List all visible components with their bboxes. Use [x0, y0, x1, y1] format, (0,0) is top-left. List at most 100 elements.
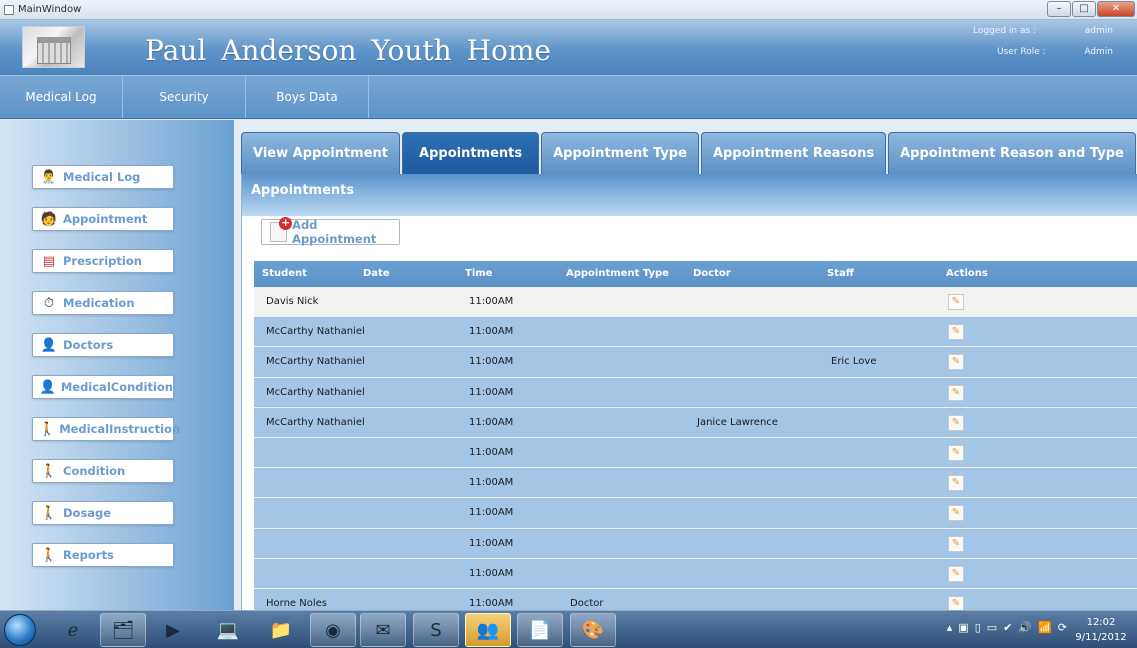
table-row[interactable]: McCarthy Nathaniel 11:00AM Eric Love ✎ [254, 347, 1137, 378]
top-nav: Medical Log Security Boys Data [0, 75, 1137, 119]
condition-icon: 🚶 [40, 463, 58, 479]
medical-log-icon: 👨‍⚕️ [40, 169, 58, 185]
appointments-table: Student Date Time Appointment Type Docto… [254, 261, 1137, 620]
sidebar-item-dosage[interactable]: 🚶 Dosage [32, 501, 174, 525]
folder-icon[interactable]: 📁 [258, 613, 304, 647]
sidebar-item-prescription[interactable]: ▤ Prescription [32, 249, 174, 273]
sidebar-item-label: Prescription [63, 254, 142, 268]
table-row[interactable]: 11:00AM ✎ [254, 558, 1137, 589]
doctor-icon: 👤 [40, 337, 58, 353]
tray-sync-icon[interactable]: ⟳ [1058, 621, 1067, 634]
add-document-icon [270, 217, 293, 242]
chrome-icon[interactable]: ◉ [310, 613, 356, 647]
table-row[interactable]: McCarthy Nathaniel 11:00AM ✎ [254, 377, 1137, 408]
user-role-label: User Role : [997, 47, 1046, 57]
sidebar-item-medical-condition[interactable]: 👤 MedicalCondition [32, 375, 174, 399]
minimize-icon[interactable]: – [1047, 1, 1071, 17]
sidebar-item-label: Appointment [63, 212, 148, 226]
cell-student: McCarthy Nathaniel [266, 356, 365, 368]
paint-icon[interactable]: 🎨 [570, 613, 616, 647]
taskbar: ℯ 🗂 ▶ 💻 📁 ◉ ✉ S 👥 📄 🎨 ▴ ▣ ▯ ▭ ✔ 🔊 📶 ⟳ 12… [0, 610, 1137, 648]
sidebar-item-medical-instruction[interactable]: 🚶 MedicalInstruction [32, 417, 180, 441]
table-row[interactable]: Davis Nick 11:00AM ✎ [254, 287, 1137, 318]
network-icon[interactable]: 💻 [205, 613, 251, 647]
media-player-icon[interactable]: ▶ [150, 613, 196, 647]
table-row[interactable]: 11:00AM ✎ [254, 468, 1137, 499]
table-row[interactable]: McCarthy Nathaniel 11:00AM ✎ [254, 317, 1137, 348]
sidebar-item-label: Reports [63, 548, 114, 562]
table-row[interactable]: 11:00AM ✎ [254, 437, 1137, 469]
appointment-icon: 🧑 [40, 211, 58, 227]
close-icon[interactable]: ✕ [1097, 1, 1135, 17]
nav-security[interactable]: Security [123, 76, 246, 118]
skype-icon[interactable]: S [413, 613, 459, 647]
cell-time: 11:00AM [469, 356, 514, 368]
tray-usb-icon[interactable]: ▯ [975, 621, 981, 634]
users-app-icon[interactable]: 👥 [465, 613, 511, 647]
logged-in-value: admin [1084, 26, 1113, 36]
file-explorer-icon[interactable]: 🗂 [100, 613, 146, 647]
outlook-icon[interactable]: ✉ [360, 613, 406, 647]
start-button[interactable] [4, 614, 36, 646]
cell-student: McCarthy Nathaniel [266, 386, 365, 398]
edit-pencil-icon[interactable]: ✎ [948, 324, 964, 341]
clock-date: 9/11/2012 [1075, 632, 1127, 643]
column-actions: Actions [946, 268, 988, 279]
edit-pencil-icon[interactable]: ✎ [948, 444, 964, 461]
cell-doctor: Janice Lawrence [697, 416, 778, 428]
add-appointment-button[interactable]: Add Appointment [261, 217, 400, 246]
tab-appointment-reason-and-type[interactable]: Appointment Reason and Type [888, 132, 1136, 174]
table-row[interactable]: McCarthy Nathaniel 11:00AM Janice Lawrence… [254, 407, 1137, 438]
sidebar-item-medical-log[interactable]: 👨‍⚕️ Medical Log [32, 165, 174, 189]
tray-app-icon[interactable]: ▣ [958, 621, 968, 634]
nav-boys-data[interactable]: Boys Data [246, 76, 369, 118]
tab-appointments[interactable]: Appointments [402, 132, 540, 174]
sidebar-item-doctors[interactable]: 👤 Doctors [32, 333, 174, 357]
panel-header: Appointments [242, 174, 1137, 216]
window-titlebar: MainWindow – □ ✕ [0, 0, 1137, 20]
table-row[interactable]: 11:00AM ✎ [254, 498, 1137, 529]
column-student[interactable]: Student [262, 261, 307, 287]
window-controls: – □ ✕ [1047, 1, 1135, 17]
logged-in-label: Logged in as : [973, 26, 1037, 36]
tab-appointment-type[interactable]: Appointment Type [541, 132, 699, 174]
window-title: MainWindow [18, 4, 82, 15]
reports-icon: 🚶 [40, 547, 58, 563]
internet-explorer-icon[interactable]: ℯ [50, 613, 96, 647]
volume-icon[interactable]: 🔊 [1018, 621, 1032, 634]
edit-pencil-icon[interactable]: ✎ [948, 565, 964, 582]
sidebar-item-reports[interactable]: 🚶 Reports [32, 543, 174, 567]
column-date[interactable]: Date [363, 261, 390, 287]
edit-pencil-icon[interactable]: ✎ [948, 354, 964, 371]
user-role-value: Admin [1084, 47, 1113, 57]
tab-bar: View Appointment Appointments Appointmen… [241, 132, 1137, 174]
edit-pencil-icon[interactable]: ✎ [948, 384, 964, 401]
sidebar-item-condition[interactable]: 🚶 Condition [32, 459, 174, 483]
column-doctor[interactable]: Doctor [693, 261, 731, 287]
column-time[interactable]: Time [465, 261, 492, 287]
edit-pencil-icon[interactable]: ✎ [948, 505, 964, 522]
tab-appointment-reasons[interactable]: Appointment Reasons [700, 132, 887, 174]
tray-expand-icon[interactable]: ▴ [947, 621, 953, 634]
document-icon[interactable]: 📄 [517, 613, 563, 647]
tray-monitor-icon[interactable]: ▭ [987, 621, 997, 634]
medical-condition-icon: 👤 [39, 379, 56, 395]
tab-view-appointment[interactable]: View Appointment [241, 132, 401, 174]
sidebar-item-appointment[interactable]: 🧑 Appointment [32, 207, 174, 231]
maximize-icon[interactable]: □ [1072, 1, 1096, 17]
nav-medical-log[interactable]: Medical Log [0, 76, 123, 118]
sidebar-item-medication[interactable]: ⏱ Medication [32, 291, 174, 315]
edit-pencil-icon[interactable]: ✎ [948, 294, 964, 310]
edit-pencil-icon[interactable]: ✎ [948, 475, 964, 492]
tray-network-icon[interactable]: 📶 [1038, 621, 1052, 634]
cell-time: 11:00AM [469, 477, 514, 489]
tray-security-icon[interactable]: ✔ [1003, 621, 1012, 634]
table-row[interactable]: 11:00AM ✎ [254, 528, 1137, 559]
column-appointment-type[interactable]: Appointment Type [566, 261, 669, 287]
cell-time: 11:00AM [469, 567, 514, 579]
column-staff[interactable]: Staff [827, 261, 854, 287]
cell-time: 11:00AM [469, 537, 514, 549]
clock[interactable]: 12:02 9/11/2012 [1073, 615, 1129, 645]
edit-pencil-icon[interactable]: ✎ [948, 414, 964, 431]
edit-pencil-icon[interactable]: ✎ [948, 535, 964, 552]
